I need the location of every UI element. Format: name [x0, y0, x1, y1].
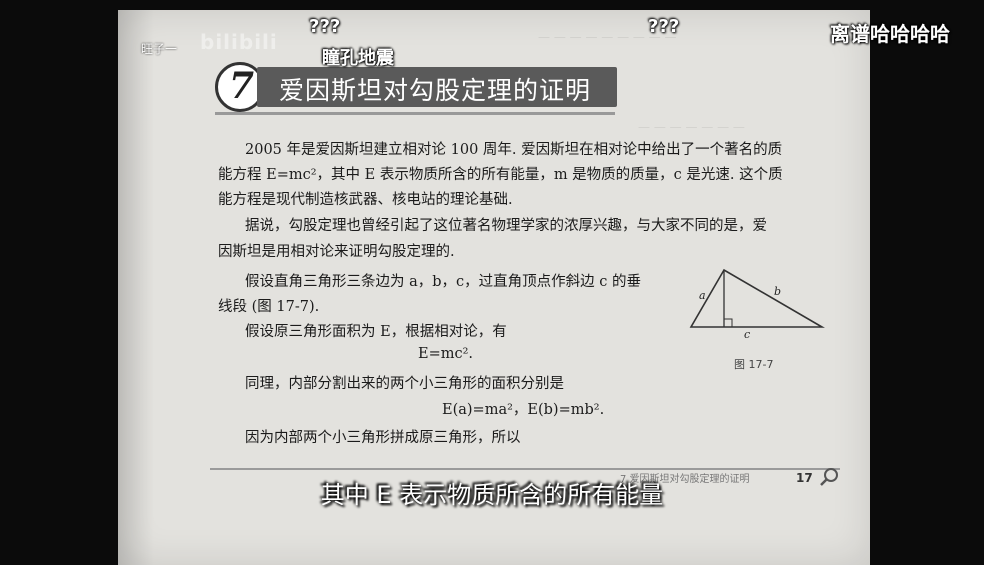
- bleed-through-text: — — — — — — —: [638, 120, 745, 134]
- paragraph-line: 因斯坦是用相对论来证明勾股定理的.: [218, 244, 455, 260]
- video-subtitle: 其中 E 表示物质所含的所有能量: [320, 481, 664, 509]
- paragraph-line: 能方程是现代制造核武器、核电站的理论基础.: [218, 192, 513, 208]
- section-number: 7: [229, 65, 255, 107]
- section-title: 爱因斯坦对勾股定理的证明: [279, 76, 592, 105]
- section-title-band: 爱因斯坦对勾股定理的证明: [257, 67, 617, 107]
- bilibili-logo: bilibili: [200, 30, 278, 54]
- figure-caption: 图 17-7: [734, 358, 774, 371]
- uploader-watermark: 旺子一: [141, 42, 178, 56]
- paragraph-line: 因为内部两个小三角形拼成原三角形，所以: [245, 430, 521, 446]
- danmaku-comment: 瞳孔地震: [322, 48, 394, 69]
- danmaku-comment: ???: [309, 16, 341, 37]
- danmaku-comment: 离谱哈哈哈哈: [830, 22, 950, 46]
- triangle-diagram: [689, 268, 825, 328]
- side-label-c: c: [744, 328, 751, 341]
- paragraph-line: 假设原三角形面积为 E，根据相对论，有: [245, 324, 507, 340]
- equation: E=mc².: [418, 346, 474, 362]
- danmaku-comment: ???: [648, 16, 680, 37]
- side-label-a: a: [699, 289, 706, 302]
- paragraph-line: 假设直角三角形三条边为 a，b，c，过直角顶点作斜边 c 的垂: [245, 274, 641, 290]
- paragraph-line: 线段 (图 17-7).: [218, 299, 320, 315]
- side-label-b: b: [774, 285, 782, 298]
- paragraph-line: 据说，勾股定理也曾经引起了这位著名物理学家的浓厚兴趣，与大家不同的是，爱: [245, 218, 767, 234]
- paragraph-line: 2005 年是爱因斯坦建立相对论 100 周年. 爱因斯坦在相对论中给出了一个著…: [245, 142, 783, 158]
- title-rule: [215, 112, 615, 115]
- paragraph-line: 能方程 E=mc²，其中 E 表示物质所含的所有能量，m 是物质的质量，c 是光…: [218, 167, 783, 183]
- paragraph-line: 同理，内部分割出来的两个小三角形的面积分别是: [245, 376, 564, 392]
- equation: E(a)=ma²，E(b)=mb².: [442, 402, 605, 418]
